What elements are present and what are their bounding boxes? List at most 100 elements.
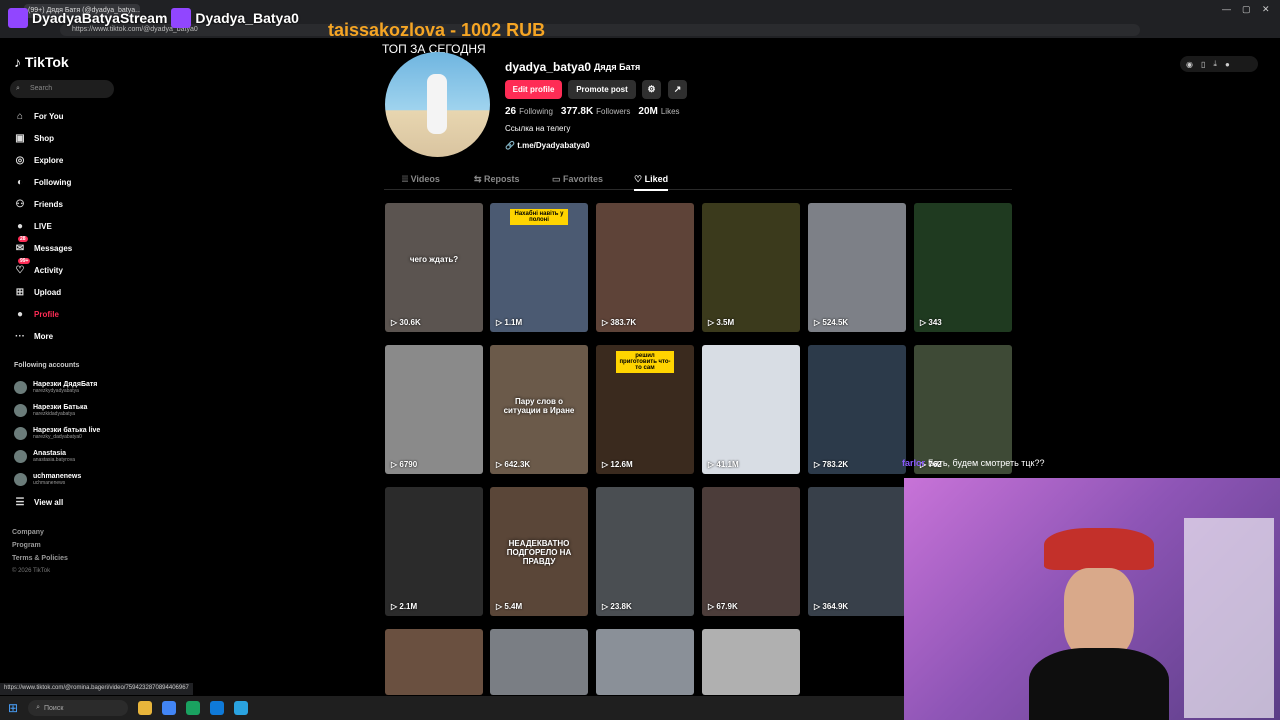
minimize-icon[interactable]: — (1222, 4, 1231, 14)
view-count: ▷ 2.1M (391, 602, 418, 611)
following-account[interactable]: uchmanenews uchmanenews (14, 469, 81, 489)
footer-company[interactable]: Company (12, 529, 44, 536)
view-count: ▷ 642.3K (496, 460, 531, 469)
sidebar-item-activity[interactable]: ♡ 99+ Activity (14, 258, 63, 278)
profile-link[interactable]: 🔗 t.me/Dyadyabatya0 (505, 141, 590, 150)
view-count: ▷ 1.1M (496, 318, 523, 327)
twitch-icon (171, 8, 192, 28)
avatar (14, 403, 27, 417)
video-thumbnail[interactable]: ▷ 343 (914, 203, 1012, 332)
promote-post-button[interactable]: Promote post (568, 80, 636, 99)
profile-nickname: Дядя Батя (594, 62, 641, 72)
video-thumbnail[interactable]: ▷ 762 (914, 345, 1012, 474)
tool-icon[interactable]: ◉ (1186, 60, 1193, 69)
phone-icon[interactable]: ▯ (1201, 60, 1205, 69)
video-thumbnail[interactable]: ▷ 364.9K (808, 487, 906, 616)
video-thumbnail[interactable]: ▷ 6790 (385, 345, 483, 474)
chat-message: farlor Бать, будем смотреть тцк?? (902, 458, 1045, 468)
tab-liked[interactable]: ♡ Liked (634, 174, 669, 191)
tab-favorites[interactable]: ▭ Favorites (552, 174, 603, 185)
sidebar-item-for-you[interactable]: ⌂ For You (14, 108, 64, 124)
search-input[interactable]: ⌕ Search (10, 80, 114, 98)
video-tag: решил приготовить что-то сам (616, 351, 674, 373)
taskbar-search[interactable]: ⌕ Поиск (28, 700, 129, 716)
windows-start-icon[interactable]: ⊞ (8, 701, 18, 715)
footer-program[interactable]: Program (12, 542, 41, 549)
video-thumbnail[interactable]: НЕАДЕКВАТНО ПОДГОРЕЛО НА ПРАВДУ ▷ 5.4M (490, 487, 588, 616)
video-thumbnail[interactable]: ▷ 383.7K (596, 203, 694, 332)
video-thumbnail[interactable] (596, 629, 694, 695)
stream-overlay-logo: DyadyaBatyaStream Dyadya_Batya0 (8, 8, 299, 28)
sidebar-item-friends[interactable]: ⚇ Friends (14, 196, 63, 212)
sidebar-item-more[interactable]: ··· More (14, 328, 53, 344)
video-thumbnail[interactable]: ▷ 783.2K (808, 345, 906, 474)
folder-icon[interactable] (138, 701, 153, 715)
video-thumbnail[interactable]: ▷ 67.9K (702, 487, 800, 616)
video-thumbnail[interactable]: ▷ 2.1M (385, 487, 483, 616)
following-account[interactable]: Нарезки ДядяБатя narezkydyadyabatya (14, 377, 97, 397)
following-account[interactable]: Нарезки Батька narezkidadyabatya (14, 400, 87, 420)
tab-reposts[interactable]: ⇆ Reposts (474, 174, 520, 185)
download-icon[interactable]: ⤓ (1213, 59, 1217, 69)
following-icon: ◐ (16, 176, 24, 188)
video-thumbnail[interactable]: ▷ 41.1M (702, 345, 800, 474)
maximize-icon[interactable]: ▢ (1242, 4, 1251, 15)
tab-videos[interactable]: ⦙⦙⦙ Videos (402, 174, 440, 185)
sidebar: ♪ TikTok ⌕ Search ⌂ For You ▣ Shop ◎ Explor… (0, 40, 122, 690)
sidebar-item-explore[interactable]: ◎ Explore (14, 152, 64, 168)
following-account[interactable]: Нарезки батька live narezky_dadyabatya0 (14, 423, 100, 443)
video-caption: чего ждать? (409, 254, 459, 264)
avatar (14, 449, 27, 463)
sidebar-item-following[interactable]: ◐ Following (14, 174, 71, 190)
user-avatar-icon[interactable]: ● (1225, 60, 1230, 69)
view-count: ▷ 12.6M (602, 460, 633, 469)
video-thumbnail[interactable]: ▷ 524.5K (808, 203, 906, 332)
live-icon: ● (16, 220, 24, 232)
sidebar-item-profile[interactable]: ● Profile (14, 306, 59, 322)
sidebar-item-upload[interactable]: ⊞ Upload (14, 284, 61, 300)
share-button[interactable]: ↗ (668, 80, 687, 99)
channel-name: Dyadya_Batya0 (195, 10, 299, 26)
close-icon[interactable]: ✕ (1262, 4, 1270, 15)
video-thumbnail[interactable] (385, 629, 483, 695)
edge-icon[interactable] (210, 701, 225, 715)
telegram-icon[interactable] (234, 701, 249, 715)
donation-alert: taissakozlova - 1002 RUB (328, 20, 546, 40)
footer-terms[interactable]: Terms & Policies (12, 555, 68, 562)
view-count: ▷ 3.5M (708, 318, 735, 327)
activity-icon: ♡ (15, 264, 25, 276)
view-count: ▷ 524.5K (814, 318, 849, 327)
video-thumbnail[interactable] (490, 629, 588, 695)
video-thumbnail[interactable]: решил приготовить что-то сам ▷ 12.6M (596, 345, 694, 474)
video-thumbnail[interactable]: Пару слов о ситуации в Иране ▷ 642.3K (490, 345, 588, 474)
edit-profile-button[interactable]: Edit profile (505, 80, 562, 99)
view-count: ▷ 30.6K (391, 318, 421, 327)
twitch-icon (8, 8, 28, 28)
taskbar: ⊞ ⌕ Поиск (0, 696, 904, 720)
copyright: © 2026 TikTok (12, 568, 51, 574)
profile-avatar[interactable] (385, 52, 490, 157)
sidebar-item-live[interactable]: ● LIVE (14, 218, 52, 234)
following-stat[interactable]: 26 Following (505, 106, 553, 117)
view-all-link[interactable]: ☰ View all (14, 494, 64, 510)
following-account[interactable]: Anastasia anastasia.batyrova (14, 446, 75, 466)
chat-text: Бать, будем смотреть тцк?? (928, 458, 1045, 468)
settings-button[interactable]: ⚙ (642, 80, 661, 99)
search-icon: ⌕ (36, 704, 40, 711)
chrome-icon[interactable] (162, 701, 177, 715)
followers-stat[interactable]: 377.8K Followers (561, 106, 630, 117)
sidebar-item-shop[interactable]: ▣ Shop (14, 130, 54, 146)
video-thumbnail[interactable]: ▷ 3.5M (702, 203, 800, 332)
view-count: ▷ 41.1M (708, 460, 739, 469)
tiktok-logo[interactable]: ♪ TikTok (14, 54, 69, 70)
video-thumbnail[interactable]: Нахабні навіть у полоні ▷ 1.1M (490, 203, 588, 332)
shop-icon: ▣ (15, 132, 25, 144)
video-thumbnail[interactable] (702, 629, 800, 695)
gear-icon: ⚙ (647, 84, 656, 94)
video-tag: Нахабні навіть у полоні (510, 209, 568, 225)
sidebar-item-messages[interactable]: ✉ 28 Messages (14, 236, 72, 256)
video-thumbnail[interactable]: ▷ 23.8K (596, 487, 694, 616)
view-count: ▷ 5.4M (496, 602, 523, 611)
video-thumbnail[interactable]: чего ждать? ▷ 30.6K (385, 203, 483, 332)
app-icon[interactable] (186, 701, 201, 715)
